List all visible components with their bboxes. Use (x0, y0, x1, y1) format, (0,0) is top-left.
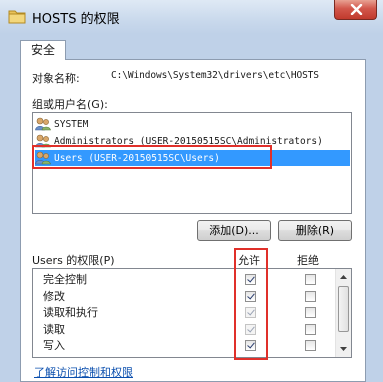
deny-checkbox[interactable] (305, 307, 316, 318)
deny-checkbox[interactable] (305, 290, 316, 302)
deny-column-header: 拒绝 (297, 254, 319, 267)
highlight-box-allow (234, 248, 268, 360)
deny-checkbox[interactable] (305, 323, 316, 335)
permission-label: 完全控制 (43, 273, 87, 286)
scroll-down-icon[interactable] (336, 342, 351, 356)
user-name: SYSTEM (54, 118, 89, 130)
deny-checkbox[interactable] (305, 340, 316, 351)
permission-label: 写入 (43, 339, 65, 352)
permissions-list: 完全控制修改读取和执行读取写入 (32, 268, 352, 358)
close-icon (350, 4, 363, 15)
highlight-box-users (32, 145, 272, 169)
remove-button[interactable]: 删除(R) (278, 220, 352, 241)
window-title: HOSTS 的权限 (32, 12, 120, 27)
permission-label: 读取 (43, 322, 65, 336)
scrollbar-thumb[interactable] (338, 286, 349, 332)
permission-label: 修改 (43, 289, 65, 303)
object-name-label: 对象名称: (32, 72, 80, 85)
user-group-icon (35, 117, 51, 131)
tab-security[interactable]: 安全 (20, 40, 66, 60)
title-bar: HOSTS 的权限 (0, 0, 383, 35)
group-list-label: 组或用户名(G): (32, 98, 108, 111)
scroll-up-icon[interactable] (336, 270, 351, 284)
permissions-header: Users 的权限(P) (32, 254, 115, 267)
close-button[interactable] (334, 0, 377, 20)
folder-icon (8, 10, 26, 24)
access-control-help-link[interactable]: 了解访问控制和权限 (34, 364, 133, 380)
deny-checkbox[interactable] (305, 274, 316, 285)
user-row-system[interactable]: SYSTEM (35, 116, 88, 132)
permissions-scrollbar[interactable] (335, 269, 351, 357)
object-path: C:\Windows\System32\drivers\etc\HOSTS (111, 70, 319, 81)
permission-label: 读取和执行 (43, 306, 98, 319)
add-button[interactable]: 添加(D)... (197, 220, 271, 241)
